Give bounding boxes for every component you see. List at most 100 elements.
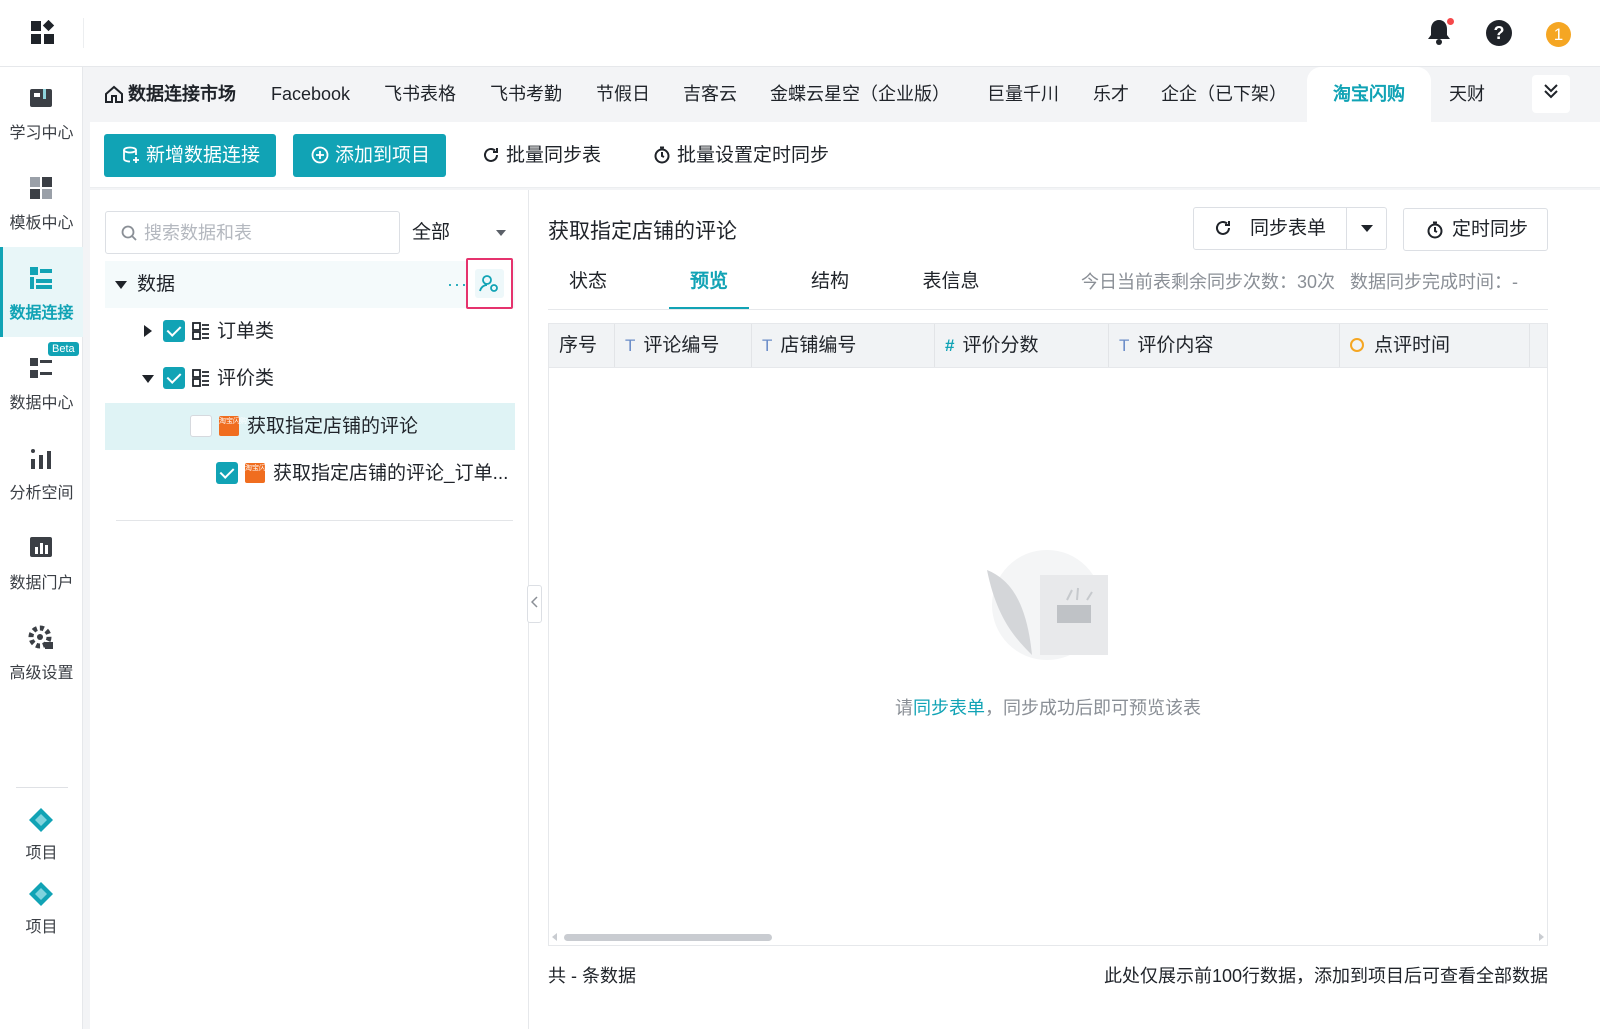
number-type-icon: # xyxy=(945,336,955,355)
text-type-icon: T xyxy=(762,336,773,355)
nav-project-2[interactable]: 项目 xyxy=(0,877,83,943)
tree-group-reviews[interactable]: 评价类 xyxy=(105,355,515,402)
nav-label: 项目 xyxy=(25,845,58,862)
data-connect-icon xyxy=(30,267,52,289)
sync-dropdown-caret-icon[interactable] xyxy=(1361,225,1373,232)
column-header-score[interactable]: # 评价分数 xyxy=(935,324,1109,367)
user-avatar[interactable]: 1 xyxy=(1546,22,1571,47)
add-to-project-button[interactable]: 添加到项目 xyxy=(293,134,447,177)
nav-item-portal[interactable]: 数据门户 xyxy=(0,517,83,607)
taobao-shangou-icon: 淘宝闪购 xyxy=(245,463,273,483)
tab-taobao-shangou[interactable]: 淘宝闪购 xyxy=(1307,67,1431,122)
column-header-review-id[interactable]: T 评论编号 xyxy=(615,324,752,367)
group-reviews-checkbox[interactable] xyxy=(163,367,185,389)
batch-sync-button[interactable]: 批量同步表 xyxy=(482,134,601,177)
preview-grid: 序号 T 评论编号 T 店铺编号 # 评价分数 T 评价内容 点评时间 请同步表… xyxy=(548,323,1548,946)
column-header-index[interactable]: 序号 xyxy=(549,324,615,367)
nav-item-data-center[interactable]: Beta 数据中心 xyxy=(0,337,83,427)
refresh-icon xyxy=(484,147,498,162)
tab-table-info[interactable]: 表信息 xyxy=(911,254,991,310)
tab-status[interactable]: 状态 xyxy=(548,254,628,310)
sync-remaining-text: 今日当前表剩余同步次数：30次 xyxy=(1081,272,1336,292)
nav-item-data-connect[interactable]: 数据连接 xyxy=(0,247,83,337)
group-orders-checkbox[interactable] xyxy=(163,320,185,342)
scroll-left-arrow-icon[interactable] xyxy=(552,933,557,941)
tab-jikeyun[interactable]: 吉客云 xyxy=(683,67,737,122)
empty-sync-link[interactable]: 同步表单 xyxy=(913,698,985,718)
tab-preview[interactable]: 预览 xyxy=(669,254,749,310)
collapse-panel-handle[interactable] xyxy=(527,585,542,623)
tab-home[interactable]: 数据连接市场 xyxy=(104,67,236,122)
tab-tiancai[interactable]: 天财 xyxy=(1449,67,1485,122)
nav-item-analysis[interactable]: 分析空间 xyxy=(0,427,83,517)
more-options-icon[interactable]: ··· xyxy=(447,261,468,308)
user-permission-button[interactable] xyxy=(466,258,513,309)
nav-project-1[interactable]: 项目 xyxy=(0,803,83,869)
table-reviews-checkbox[interactable] xyxy=(190,415,212,437)
user-settings-icon xyxy=(475,269,504,298)
sync-info: 今日当前表剩余同步次数：30次 数据同步完成时间：- xyxy=(1081,254,1518,310)
help-icon[interactable]: ? xyxy=(1486,20,1512,46)
tab-structure[interactable]: 结构 xyxy=(790,254,870,310)
filter-value: 全部 xyxy=(412,222,451,243)
app-grid-icon[interactable] xyxy=(30,20,56,46)
row-count-text: 共 - 条数据 xyxy=(548,966,636,986)
text-type-icon: T xyxy=(625,336,636,355)
tab-feishu-attendance[interactable]: 飞书考勤 xyxy=(490,67,562,122)
taobao-shangou-icon: 淘宝闪购 xyxy=(219,416,247,436)
table-group-icon xyxy=(192,369,209,387)
filter-dropdown[interactable]: 全部 xyxy=(412,211,514,254)
clock-type-icon xyxy=(1350,338,1364,352)
nav-label: 项目 xyxy=(25,919,58,936)
caret-down-icon[interactable] xyxy=(115,281,127,289)
notification-dot xyxy=(1447,18,1454,25)
nav-item-settings[interactable]: 高级设置 xyxy=(0,607,83,697)
tree-table-reviews[interactable]: 淘宝闪购 获取指定店铺的评论 xyxy=(105,403,515,450)
tree-root-data[interactable]: 数据 ··· xyxy=(105,261,515,308)
search-icon xyxy=(121,225,137,241)
beta-badge: Beta xyxy=(48,342,79,356)
tab-juliang[interactable]: 巨量千川 xyxy=(987,67,1059,122)
search-input[interactable] xyxy=(144,220,384,246)
top-bar: ? 1 xyxy=(0,0,1600,67)
search-box xyxy=(105,211,400,254)
preview-limit-note: 此处仅展示前100行数据，添加到项目后可查看全部数据 xyxy=(1103,966,1548,986)
tab-holidays[interactable]: 节假日 xyxy=(596,67,650,122)
new-connection-button[interactable]: 新增数据连接 xyxy=(104,134,277,177)
sync-form-button[interactable]: 同步表单 xyxy=(1194,208,1346,249)
portal-icon xyxy=(30,537,52,557)
column-header-content[interactable]: T 评价内容 xyxy=(1109,324,1340,367)
caret-right-icon[interactable] xyxy=(144,325,152,337)
column-label: 点评时间 xyxy=(1374,335,1451,356)
tab-lecai[interactable]: 乐才 xyxy=(1093,67,1129,122)
caret-down-icon[interactable] xyxy=(142,375,154,383)
nav-divider xyxy=(16,787,68,788)
horizontal-scrollbar[interactable] xyxy=(564,934,772,941)
tree-table-reviews-orders[interactable]: 淘宝闪购 获取指定店铺的评论_订单... xyxy=(105,450,515,497)
column-label: 评论编号 xyxy=(643,335,720,356)
column-header-review-time[interactable]: 点评时间 xyxy=(1340,324,1530,367)
tab-home-label: 数据连接市场 xyxy=(128,84,236,104)
nav-label: 高级设置 xyxy=(9,665,74,682)
nav-item-learning[interactable]: 学习中心 xyxy=(0,67,83,157)
column-header-shop-id[interactable]: T 店铺编号 xyxy=(752,324,935,367)
table-reviews-orders-checkbox[interactable] xyxy=(216,462,238,484)
tab-kingdee[interactable]: 金蝶云星空（企业版） xyxy=(770,67,950,122)
tree-group-orders[interactable]: 订单类 xyxy=(105,308,515,355)
table-reviews-label: 获取指定店铺的评论 xyxy=(247,416,419,437)
scroll-right-arrow-icon[interactable] xyxy=(1539,933,1544,941)
nav-item-templates[interactable]: 模板中心 xyxy=(0,157,83,247)
timer-icon xyxy=(654,146,670,164)
tabs-expand-button[interactable] xyxy=(1532,75,1570,113)
tab-feishu-sheet[interactable]: 飞书表格 xyxy=(384,67,456,122)
double-chevron-down-icon xyxy=(1544,84,1558,99)
toolbar: 新增数据连接 添加到项目 批量同步表 批量设置定时同步 xyxy=(90,122,1600,188)
chevron-down-icon xyxy=(496,230,506,236)
schedule-sync-button[interactable]: 定时同步 xyxy=(1403,208,1548,251)
batch-schedule-button[interactable]: 批量设置定时同步 xyxy=(653,134,829,177)
notification-bell-icon[interactable] xyxy=(1426,18,1456,48)
nav-label: 模板中心 xyxy=(9,215,74,232)
text-type-icon: T xyxy=(1119,336,1130,355)
tab-facebook[interactable]: Facebook xyxy=(271,67,350,122)
tab-qiqi[interactable]: 企企（已下架） xyxy=(1161,67,1287,122)
